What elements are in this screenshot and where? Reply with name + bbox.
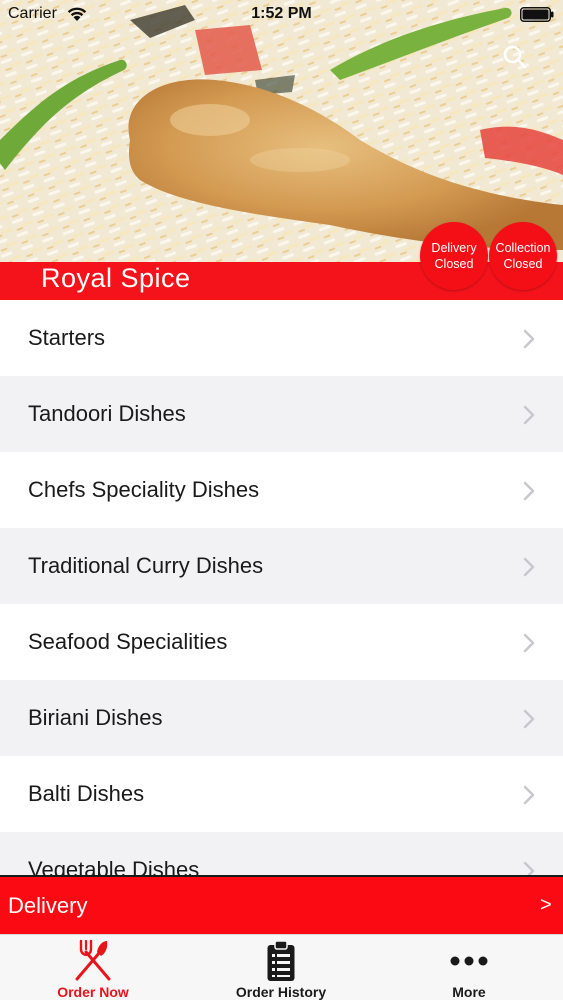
tab-more[interactable]: More [389,935,549,1000]
clock: 1:52 PM [251,5,312,22]
status-bar: Carrier 1:52 PM [0,0,563,30]
chevron-right-icon [523,557,535,577]
chevron-right-icon [523,633,535,653]
chevron-right-icon [523,785,535,805]
fork-knife-icon [75,939,111,981]
hero-banner: Carrier 1:52 PM Royal Spice Delivery Clo… [0,0,563,300]
menu-category-row[interactable]: Starters [0,300,563,376]
menu-category-label: Vegetable Dishes [28,857,200,875]
chevron-right-icon [523,329,535,349]
delivery-status-line2: Closed [434,257,474,271]
clipboard-list-icon [267,940,295,981]
delivery-mode-bar[interactable]: Delivery > [0,875,563,934]
menu-category-list[interactable]: Starters Tandoori Dishes Chefs Specialit… [0,300,563,875]
delivery-status-badge: Delivery Closed [420,222,488,290]
collection-status-line1: Collection [495,241,551,255]
search-icon [503,45,527,69]
delivery-arrow-icon: > [540,894,552,916]
menu-category-label: Starters [28,325,106,350]
tab-order-now[interactable]: Order Now [13,935,173,1000]
menu-category-row[interactable]: Biriani Dishes [0,680,563,756]
search-button[interactable] [498,40,532,74]
menu-category-label: Chefs Speciality Dishes [28,477,260,502]
menu-category-label: Biriani Dishes [28,705,163,730]
menu-category-row[interactable]: Seafood Specialities [0,604,563,680]
battery-icon [520,7,554,22]
tab-label: More [452,984,486,1000]
delivery-mode-label: Delivery [8,892,88,918]
collection-status-badge: Collection Closed [489,222,557,290]
menu-category-label: Seafood Specialities [28,629,228,654]
chevron-right-icon [523,861,535,875]
tab-label: Order History [235,984,327,1000]
tab-order-history[interactable]: Order History [201,935,361,1000]
chevron-right-icon [523,405,535,425]
menu-category-label: Traditional Curry Dishes [28,553,264,578]
menu-category-row[interactable]: Vegetable Dishes [0,832,563,875]
menu-category-label: Balti Dishes [28,781,145,806]
collection-status-line2: Closed [503,257,543,271]
menu-category-row[interactable]: Tandoori Dishes [0,376,563,452]
menu-category-label: Tandoori Dishes [28,401,186,426]
menu-category-row[interactable]: Chefs Speciality Dishes [0,452,563,528]
more-dots-icon [450,956,488,966]
restaurant-name: Royal Spice [41,263,191,293]
menu-category-row[interactable]: Balti Dishes [0,756,563,832]
tab-bar: Order Now Order History More [0,934,563,1000]
menu-category-row[interactable]: Traditional Curry Dishes [0,528,563,604]
biryani-photo [0,0,563,262]
chevron-right-icon [523,709,535,729]
delivery-status-line1: Delivery [431,241,477,255]
chevron-right-icon [523,481,535,501]
tab-label: Order Now [57,984,129,1000]
